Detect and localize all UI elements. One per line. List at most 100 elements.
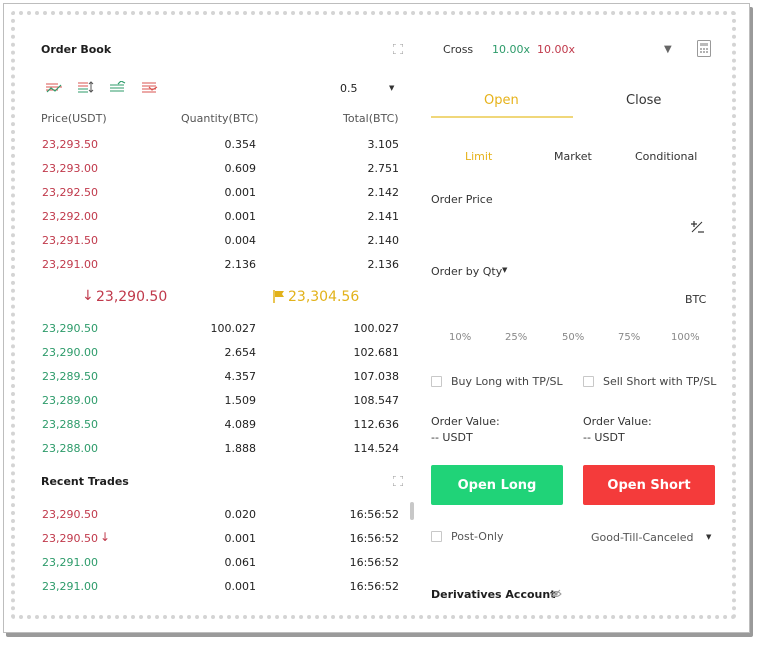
view-both-icon[interactable] [46,81,62,93]
quantity-input[interactable] [431,286,716,316]
order-type-market[interactable]: Market [554,150,592,163]
ask-price[interactable]: 23,291.50 [42,234,98,247]
percent-10-button[interactable]: 10% [449,332,471,343]
leverage-short-button[interactable]: 10.00x [537,43,575,56]
order-type-limit[interactable]: Limit [465,150,492,163]
sell-tpsl-label: Sell Short with TP/SL [603,375,717,388]
ask-total: 2.141 [367,210,400,223]
ask-qty: 0.354 [224,138,257,151]
percent-75-button[interactable]: 75% [618,332,640,343]
bid-price[interactable]: 23,290.50 [42,322,98,335]
view-bids-icon[interactable] [110,81,126,93]
bid-qty: 2.654 [224,346,257,359]
recent-trades-title: Recent Trades [41,475,129,488]
ask-qty: 0.004 [224,234,257,247]
caret-down-icon[interactable]: ▼ [389,84,394,92]
scrollbar-thumb[interactable] [410,502,414,520]
bid-price[interactable]: 23,289.50 [42,370,98,383]
bid-price[interactable]: 23,288.00 [42,442,98,455]
view-split-icon[interactable] [78,81,94,93]
ask-qty: 0.609 [224,162,257,175]
ask-total: 2.751 [367,162,400,175]
calculator-icon[interactable] [697,40,711,57]
buy-tpsl-label: Buy Long with TP/SL [451,375,563,388]
ask-price[interactable]: 23,293.50 [42,138,98,151]
tab-close[interactable]: Close [626,93,661,108]
ask-price[interactable]: 23,292.50 [42,186,98,199]
bid-total: 112.636 [353,418,400,431]
bid-qty: 4.357 [224,370,257,383]
flag-icon [273,290,284,303]
leverage-long-button[interactable]: 10.00x [492,43,530,56]
ask-total: 2.140 [367,234,400,247]
order-value-short-label: Order Value: [583,415,652,428]
percent-50-button[interactable]: 50% [562,332,584,343]
trade-qty: 0.001 [224,580,257,593]
ask-price[interactable]: 23,293.00 [42,162,98,175]
order-value-long: -- USDT [431,431,473,444]
caret-down-icon[interactable]: ▼ [502,266,507,274]
ask-qty: 2.136 [224,258,257,271]
trade-qty: 0.020 [224,508,257,521]
trade-price: 23,290.50 [42,508,98,521]
margin-mode-button[interactable]: Cross [443,43,473,56]
order-value-short: -- USDT [583,431,625,444]
time-in-force-select[interactable]: Good-Till-Canceled [591,531,693,544]
buy-tpsl-checkbox[interactable] [431,376,442,387]
open-long-button[interactable]: Open Long [431,465,563,505]
bid-qty: 1.888 [224,442,257,455]
open-short-button[interactable]: Open Short [583,465,715,505]
order-value-long-label: Order Value: [431,415,500,428]
bid-total: 102.681 [353,346,400,359]
expand-icon[interactable] [393,44,403,54]
header-price: Price(USDT) [41,112,107,125]
bid-price[interactable]: 23,288.50 [42,418,98,431]
tab-open[interactable]: Open [484,93,519,108]
post-only-checkbox[interactable] [431,531,442,542]
bid-total: 108.547 [353,394,400,407]
order-price-input[interactable] [431,212,716,242]
down-arrow-icon: ↓ [100,530,111,544]
bid-qty: 100.027 [210,322,257,335]
trade-price: 23,291.00 [42,580,98,593]
trade-time: 16:56:52 [349,556,399,569]
percent-25-button[interactable]: 25% [505,332,527,343]
ask-price[interactable]: 23,291.00 [42,258,98,271]
ask-total: 2.142 [367,186,400,199]
sell-tpsl-checkbox[interactable] [583,376,594,387]
order-by-select[interactable]: Order by Qty [431,265,502,278]
bid-total: 114.524 [353,442,400,455]
bid-total: 100.027 [353,322,400,335]
dropdown-caret-icon[interactable]: ▼ [664,44,672,55]
ask-qty: 0.001 [224,210,257,223]
unit-label: BTC [685,293,707,306]
header-quantity: Quantity(BTC) [181,112,259,125]
order-book-title: Order Book [41,43,112,56]
ask-total: 2.136 [367,258,400,271]
ask-total: 3.105 [367,138,400,151]
order-type-conditional[interactable]: Conditional [635,150,697,163]
bid-price[interactable]: 23,290.00 [42,346,98,359]
hide-eye-icon[interactable] [550,589,562,599]
ask-price[interactable]: 23,292.00 [42,210,98,223]
trade-time: 16:56:52 [349,580,399,593]
price-adjust-icon[interactable] [690,220,704,234]
post-only-label: Post-Only [451,530,504,543]
ask-qty: 0.001 [224,186,257,199]
precision-select[interactable]: 0.5 [340,82,358,95]
bid-qty: 4.089 [224,418,257,431]
trade-qty: 0.061 [224,556,257,569]
header-total: Total(BTC) [343,112,399,125]
bid-price[interactable]: 23,289.00 [42,394,98,407]
expand-icon[interactable] [393,476,403,486]
down-arrow-icon: ↓ [82,288,94,304]
mark-price: 23,304.56 [288,289,360,305]
percent-100-button[interactable]: 100% [671,332,700,343]
trade-price: 23,290.50 [42,532,98,545]
view-asks-icon[interactable] [142,81,158,93]
caret-down-icon[interactable]: ▼ [706,533,711,541]
tab-open-underline [431,116,573,118]
bid-qty: 1.509 [224,394,257,407]
trade-qty: 0.001 [224,532,257,545]
last-price: 23,290.50 [96,289,168,305]
